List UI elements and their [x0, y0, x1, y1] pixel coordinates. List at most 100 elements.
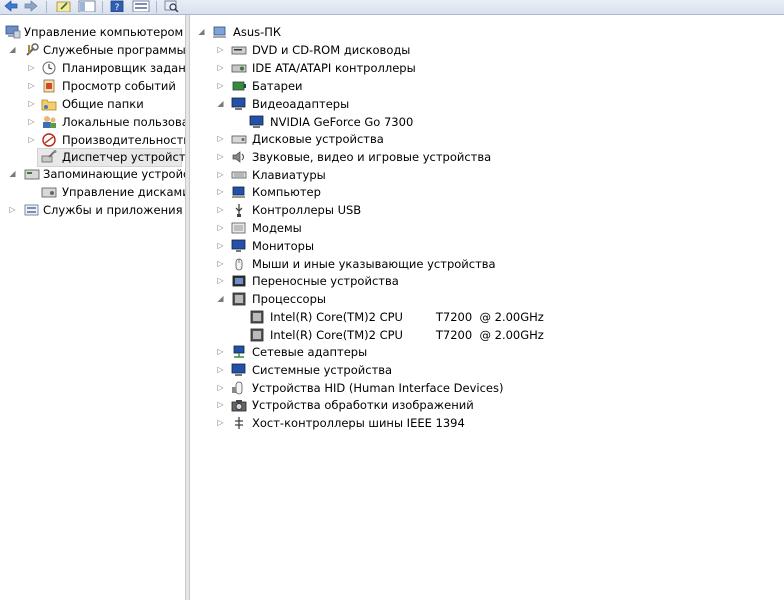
dvd-drive-icon	[231, 46, 247, 55]
battery-icon	[232, 81, 246, 91]
processor-icon	[250, 310, 264, 324]
device-category-label: Мониторы	[252, 239, 315, 253]
expand-arrow-icon[interactable]: ▷	[216, 272, 225, 290]
usb-controller-icon	[235, 204, 243, 217]
collapse-arrow-icon[interactable]: ◢	[216, 95, 225, 113]
device-category-label: Клавиатуры	[252, 168, 326, 182]
disk-management-icon	[41, 187, 57, 198]
modem-icon	[231, 222, 246, 234]
expand-arrow-icon[interactable]: ▷	[216, 148, 225, 166]
tools-icon	[26, 43, 39, 56]
system-device-icon	[231, 363, 246, 376]
performance-icon	[42, 133, 56, 147]
up-level-icon[interactable]	[56, 0, 72, 12]
display-adapter-icon	[249, 115, 264, 128]
computer-management-icon	[5, 25, 21, 39]
expand-arrow-icon[interactable]: ▷	[216, 237, 225, 255]
device-category-label: DVD и CD-ROM дисководы	[252, 43, 411, 57]
tree-item-label: Просмотр событий	[62, 79, 176, 93]
monitor-icon	[231, 239, 246, 252]
network-adapter-icon	[233, 345, 245, 358]
collapse-arrow-icon[interactable]: ◢	[8, 41, 17, 59]
shared-folder-icon	[41, 99, 57, 111]
tree-item-label: Запоминающие устройст	[43, 167, 186, 181]
expand-arrow-icon[interactable]: ▷	[216, 166, 225, 184]
ieee1394-icon	[235, 417, 243, 429]
tree-item-label: Службы и приложения	[43, 203, 183, 217]
toolbar-separator	[156, 1, 157, 13]
device-category-label: Системные устройства	[252, 363, 393, 377]
tree-item-label: Производительность	[62, 133, 186, 147]
sound-device-icon	[232, 151, 244, 163]
device-manager-icon	[41, 150, 57, 163]
device-category-label: Мыши и иные указывающие устройства	[252, 257, 496, 271]
keyboard-icon	[231, 171, 247, 179]
users-icon	[43, 116, 56, 128]
expand-arrow-icon[interactable]: ▷	[216, 219, 225, 237]
device-item-label: Intel(R) Core(TM)2 CPU T7200 @ 2.00GHz	[270, 328, 544, 342]
tree-item-label: Общие папки	[62, 97, 144, 111]
collapse-arrow-icon[interactable]: ◢	[197, 23, 206, 41]
ide-controller-icon	[231, 64, 247, 73]
pane-splitter[interactable]	[186, 15, 190, 600]
device-category-label: Звуковые, видео и игровые устройства	[252, 150, 492, 164]
device-item-label: NVIDIA GeForce Go 7300	[270, 115, 414, 129]
device-category-label: Переносные устройства	[252, 274, 399, 288]
expand-arrow-icon[interactable]: ▷	[216, 396, 225, 414]
mouse-icon	[235, 258, 243, 271]
expand-arrow-icon[interactable]: ▷	[216, 414, 225, 432]
expand-arrow-icon[interactable]: ▷	[216, 77, 225, 95]
device-item-label: Intel(R) Core(TM)2 CPU T7200 @ 2.00GHz	[270, 310, 544, 324]
expand-arrow-icon[interactable]: ▷	[27, 131, 36, 149]
expand-arrow-icon[interactable]: ▷	[216, 201, 225, 219]
portable-device-icon	[232, 275, 246, 287]
disk-drive-icon	[231, 135, 247, 144]
expand-arrow-icon[interactable]: ▷	[216, 41, 225, 59]
imaging-device-icon	[231, 400, 247, 412]
expand-arrow-icon[interactable]: ▷	[216, 59, 225, 77]
expand-arrow-icon[interactable]: ▷	[27, 95, 36, 113]
collapse-arrow-icon[interactable]: ◢	[8, 165, 17, 183]
device-category-label: Устройства обработки изображений	[252, 398, 474, 412]
event-viewer-icon	[43, 79, 55, 93]
scan-hardware-icon[interactable]	[164, 0, 180, 12]
device-category-label: IDE ATA/ATAPI контроллеры	[252, 61, 416, 75]
expand-arrow-icon[interactable]: ▷	[216, 130, 225, 148]
expand-arrow-icon[interactable]: ▷	[27, 113, 36, 131]
device-category-label: Хост-контроллеры шины IEEE 1394	[252, 416, 465, 430]
expand-arrow-icon[interactable]: ▷	[27, 59, 36, 77]
expand-arrow-icon[interactable]: ▷	[8, 201, 17, 219]
forward-arrow-icon[interactable]	[24, 0, 38, 12]
tree-item-label: Планировщик заданий	[62, 61, 186, 75]
expand-arrow-icon[interactable]: ▷	[216, 183, 225, 201]
device-category-label: Видеоадаптеры	[252, 97, 350, 111]
device-tree: ◢ Asus-ПК ▷ DVD и CD-ROM дисководы ▷ IDE…	[191, 15, 784, 600]
collapse-arrow-icon[interactable]: ◢	[216, 290, 225, 308]
expand-arrow-icon[interactable]: ▷	[27, 77, 36, 95]
toolbar-separator	[102, 1, 103, 13]
processor-icon	[250, 328, 264, 342]
computer-icon	[213, 26, 226, 38]
device-category-label: Дисковые устройства	[252, 132, 384, 146]
back-arrow-icon[interactable]	[4, 0, 18, 12]
tree-item-label: Управление дисками	[62, 185, 186, 199]
device-category-label: Контроллеры USB	[252, 203, 362, 217]
expand-arrow-icon[interactable]: ▷	[216, 379, 225, 397]
show-hide-tree-icon[interactable]	[78, 0, 96, 12]
device-category-label: Батареи	[252, 79, 303, 93]
expand-arrow-icon[interactable]: ▷	[216, 343, 225, 361]
expand-arrow-icon[interactable]: ▷	[216, 361, 225, 379]
toolbar-separator	[46, 1, 47, 13]
expand-arrow-icon[interactable]: ▷	[216, 255, 225, 273]
computer-name: Asus-ПК	[233, 25, 282, 39]
console-tree: Управление компьютером (л ◢ Служебные пр…	[0, 15, 186, 600]
help-icon[interactable]: ?	[110, 0, 124, 12]
device-category-label: Модемы	[252, 221, 302, 235]
tree-item-label: Управление компьютером (л	[24, 25, 186, 39]
device-category-label: Компьютер	[252, 185, 321, 199]
tree-item-label: Диспетчер устройств	[62, 150, 186, 164]
processor-icon	[232, 292, 246, 306]
properties-icon[interactable]	[132, 0, 150, 12]
device-category-label: Сетевые адаптеры	[252, 345, 368, 359]
toolbar: ?	[0, 0, 784, 15]
